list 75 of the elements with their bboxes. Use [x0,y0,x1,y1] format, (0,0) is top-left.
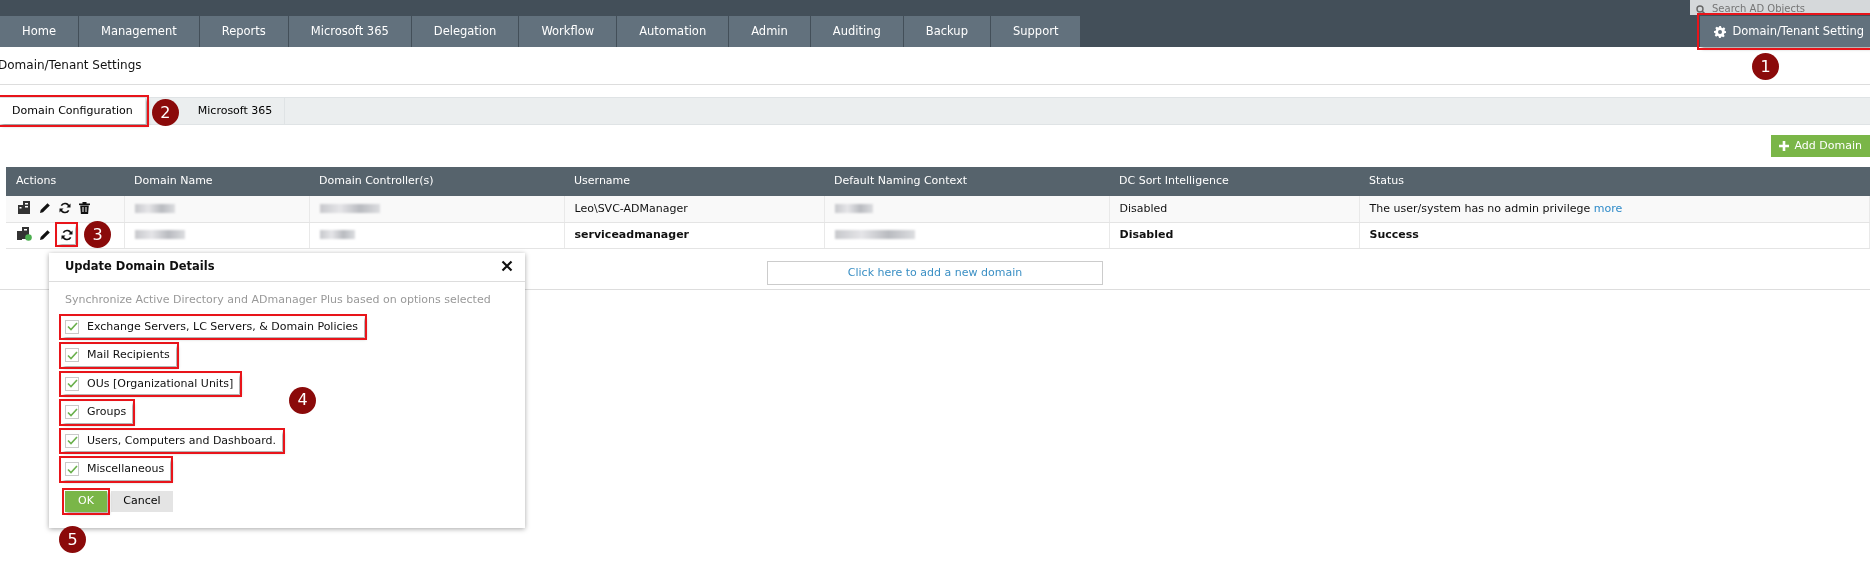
dialog-title: Update Domain Details [65,258,215,276]
checkbox-option[interactable]: Groups [62,402,133,423]
close-icon [501,260,513,272]
table-cell: Success [1369,227,1419,241]
add-domain-link[interactable]: Click here to add a new domain [767,260,1103,285]
table-cell: Leo\SVC-ADManager [574,201,688,215]
trash-icon [79,202,90,214]
blurred-text [319,204,380,213]
refresh-icon [60,228,73,241]
column-header: Default Naming Context [824,167,1109,196]
column-header: Domain Name [124,167,309,196]
more-link[interactable]: more [1593,201,1623,215]
column-header: Username [564,167,824,196]
gear-icon [1714,25,1727,38]
pencil-icon [38,228,51,241]
check-icon [66,322,78,332]
checkbox[interactable] [65,462,79,477]
server-button[interactable] [16,198,33,217]
check-icon [66,436,78,446]
blurred-text [834,204,873,213]
check-icon [66,464,78,474]
check-icon [66,379,78,389]
table-cell: serviceadmanager [574,227,690,241]
menu-tab[interactable]: Microsoft 365 [288,16,412,47]
server-check-button[interactable] [16,224,33,243]
menu-tab[interactable]: Management [78,16,200,47]
blurred-text [134,204,175,213]
menu-tab[interactable]: Support [990,16,1082,47]
search-icon [1696,5,1706,15]
dialog-description: Synchronize Active Directory and ADmanager Plus based on options selected [64,292,492,308]
server-icon [18,201,31,214]
search-field[interactable]: Search AD Objects [1712,1,1852,15]
checkbox-option[interactable]: OUs [Organizational Units] [62,373,240,394]
menu-tab[interactable]: Delegation [411,16,520,47]
check-icon [66,407,78,417]
menu-tab[interactable]: Workflow [519,16,618,47]
plus-icon [1778,141,1789,151]
column-header: DC Sort Intelligence [1109,167,1359,196]
callout-badge: 5 [59,526,86,553]
checkbox[interactable] [65,319,79,334]
checkbox-option[interactable]: Users, Computers and Dashboard. [62,430,283,451]
pencil-icon [38,202,51,214]
page-tab[interactable]: Domain Configuration [0,98,146,124]
column-header: Actions [6,167,124,196]
checkbox-option[interactable]: Mail Recipients [62,345,176,366]
menu-tab[interactable]: Automation [617,16,730,47]
server-check-icon [17,226,32,241]
checkbox-option[interactable]: Miscellaneous [62,459,171,480]
menu-tab[interactable]: Admin [729,16,811,47]
callout-badge: 3 [84,221,111,248]
column-header: Status [1359,167,1870,196]
checkbox[interactable] [65,433,79,448]
blurred-text [319,230,355,240]
refresh-icon [58,202,71,214]
checkbox[interactable] [65,376,79,391]
settings-button[interactable]: Domain/Tenant Setting [1700,16,1870,47]
menu-tab[interactable]: Home [0,16,79,47]
checkbox-option[interactable]: Exchange Servers, LC Servers, & Domain Policies [62,316,365,337]
column-header: Domain Controller(s) [309,167,564,196]
close-button[interactable] [501,260,515,274]
checkbox[interactable] [65,405,79,420]
checkbox[interactable] [65,348,79,363]
callout-badge: 2 [151,99,179,126]
menu-tab[interactable]: Reports [199,16,289,47]
table-cell: Disabled [1119,201,1168,215]
page-tab[interactable]: Microsoft 365 [185,98,286,124]
table-cell: Disabled [1119,227,1174,241]
callout-badge: 4 [289,386,316,414]
menu-tab[interactable]: Auditing [810,16,904,47]
check-icon [66,350,78,360]
menu-tab[interactable]: Backup [903,16,991,47]
blurred-text [134,230,185,240]
table-cell: The user/system has no admin privilege [1369,201,1591,215]
callout-badge: 1 [1752,53,1779,80]
cancel-button[interactable]: Cancel [111,490,173,512]
